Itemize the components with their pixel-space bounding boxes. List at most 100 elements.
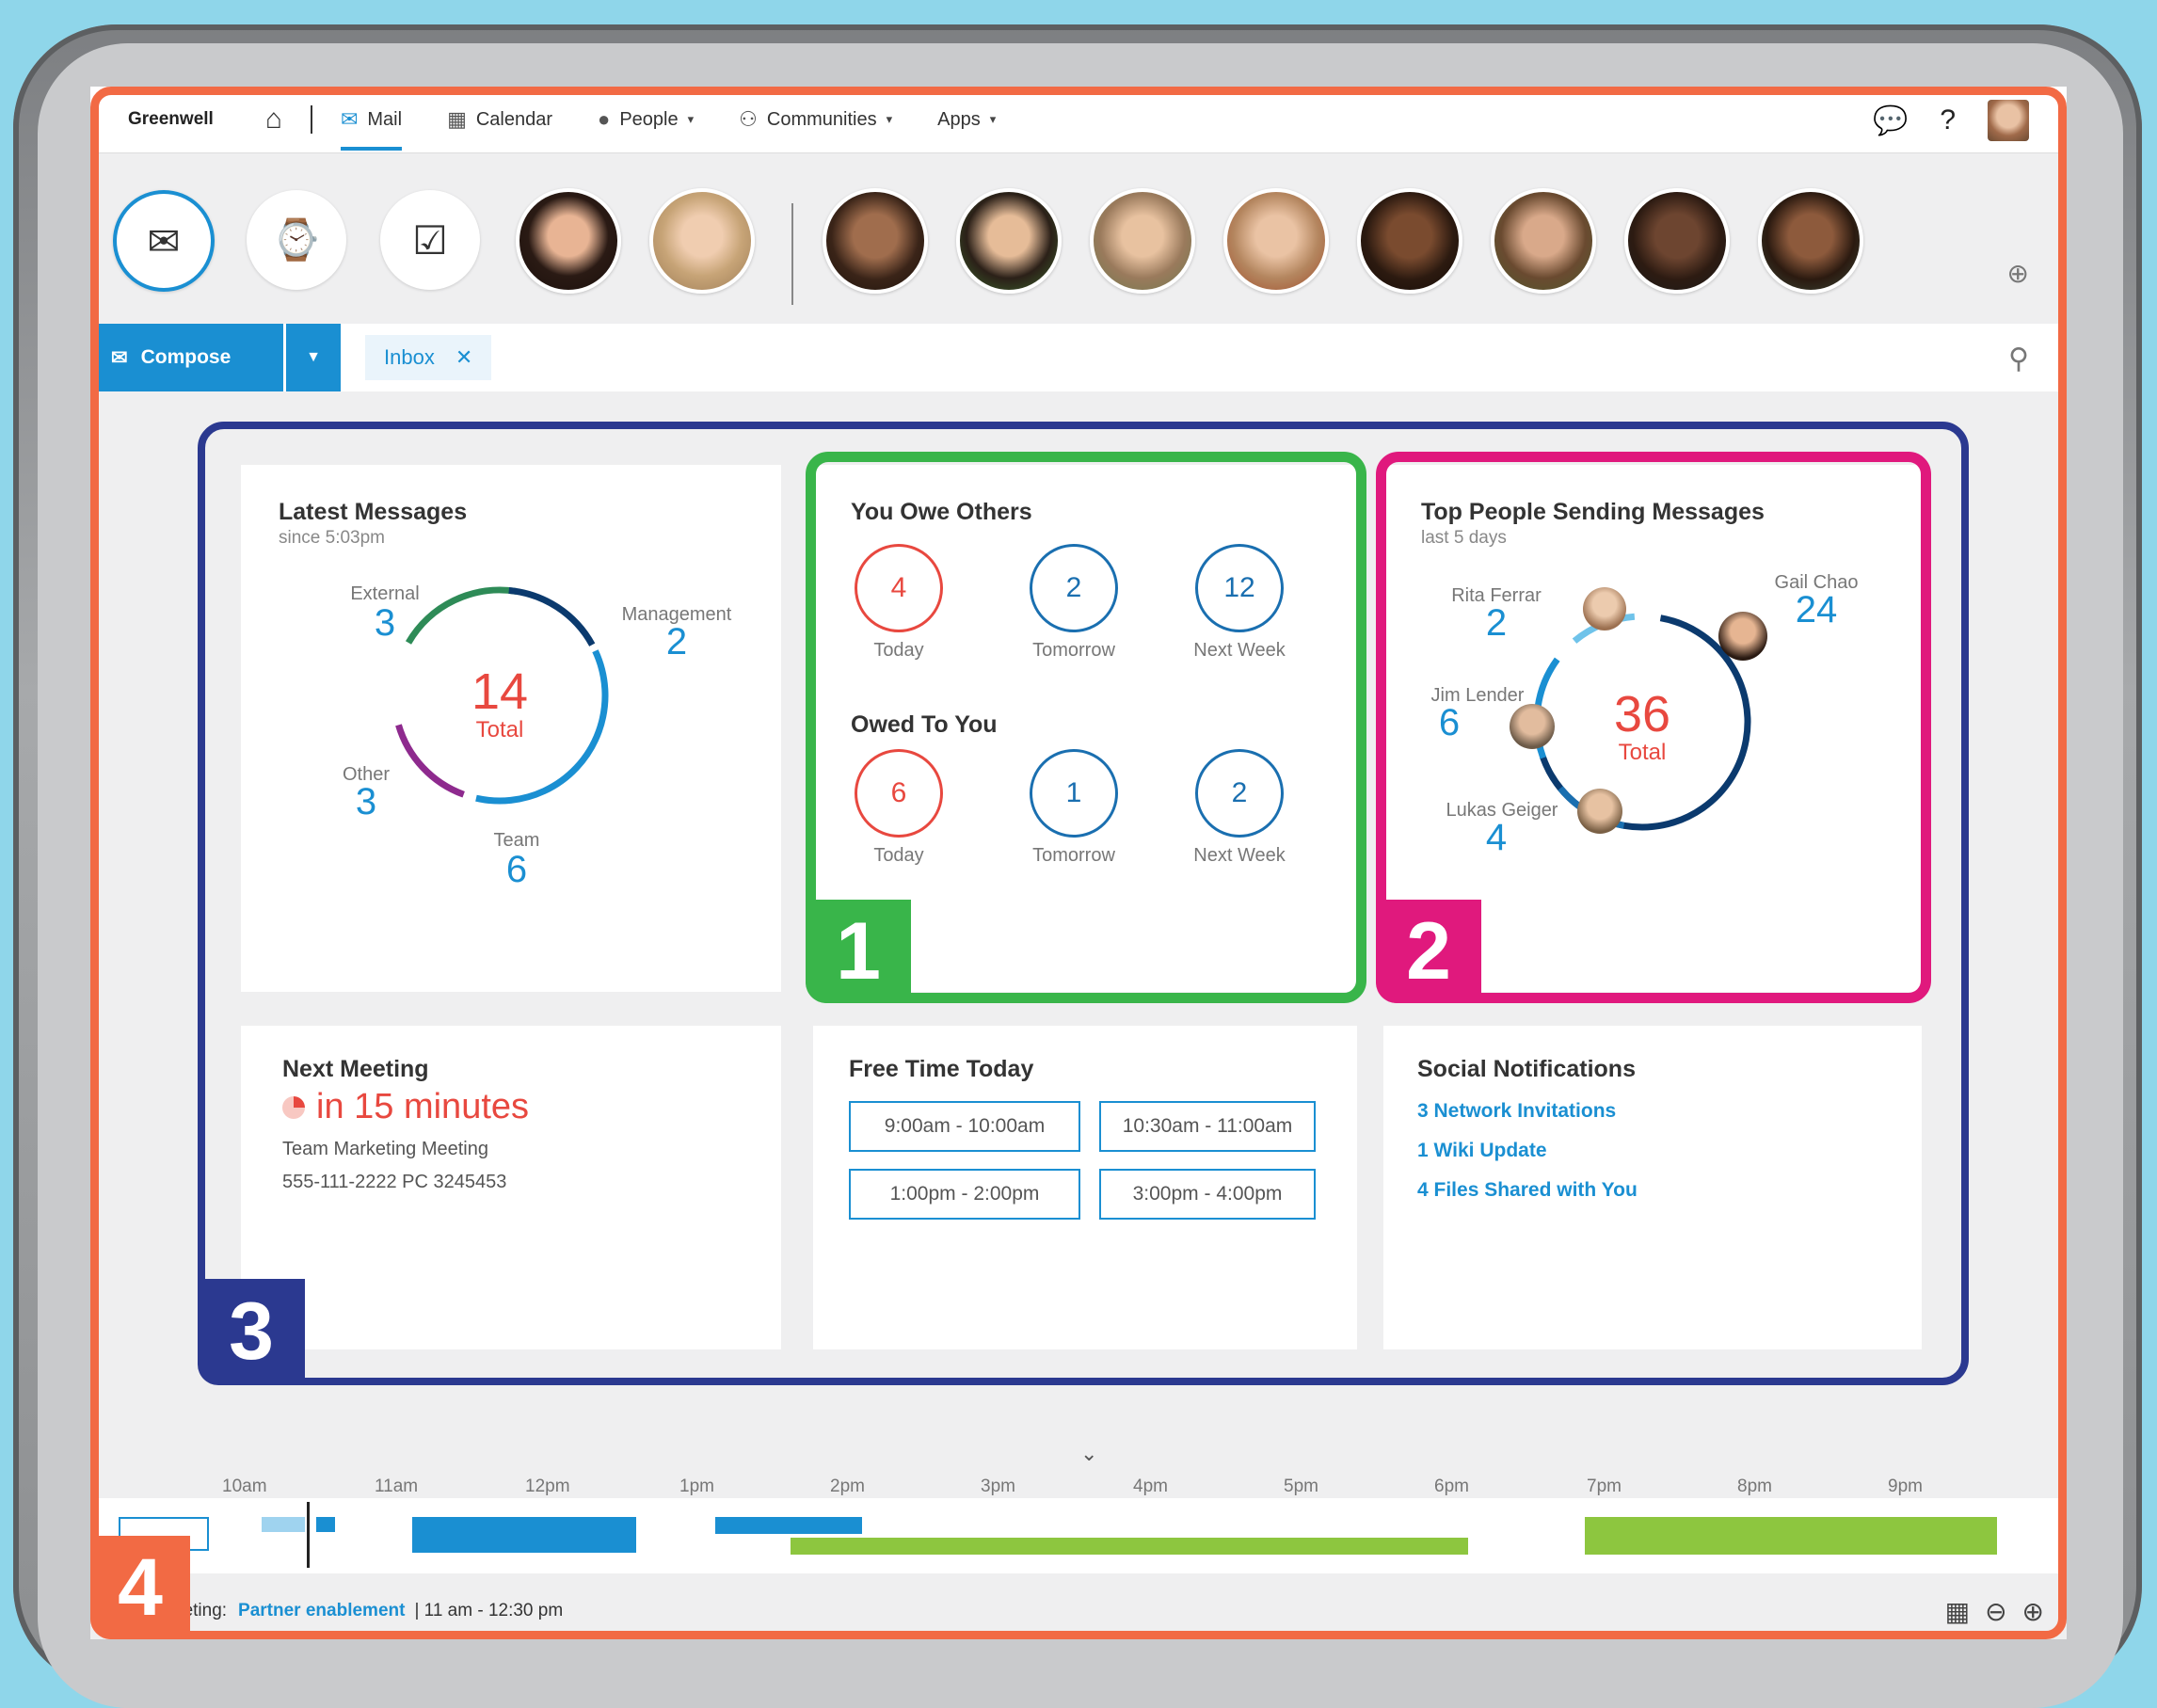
contact-avatar[interactable] (1758, 188, 1863, 294)
next-meeting-card[interactable]: Next Meeting in 15 minutes Team Marketin… (241, 1026, 781, 1349)
follow-up-button[interactable]: ⌚ (247, 190, 346, 290)
chevron-down-icon: ▾ (687, 112, 695, 126)
timeline-event-bar[interactable] (412, 1517, 636, 1553)
inbox-filter-button[interactable]: ✉ (113, 190, 215, 292)
chat-bubble-icon[interactable]: 💬 (1873, 104, 1908, 137)
watch-icon: ⌚ (271, 216, 322, 262)
next-meeting-title: Next Meeting (282, 1056, 429, 1082)
tab-inbox[interactable]: Inbox ✕ (365, 335, 492, 380)
compose-dropdown-button[interactable]: ▼ (286, 324, 341, 391)
contact-avatar[interactable] (516, 188, 621, 294)
app-screen: Greenwell ⌂ ✉ Mail ▦ Calendar ● People ▾… (90, 87, 2067, 1639)
timeline-free-bar[interactable] (1585, 1517, 1997, 1555)
mail-icon: ✉ (340, 107, 359, 131)
latest-messages-title: Latest Messages (279, 499, 468, 525)
contact-avatar[interactable] (649, 188, 755, 294)
contact-avatar[interactable] (1491, 188, 1596, 294)
arrow-left-circle-icon[interactable]: ⊖ (1985, 1596, 2006, 1627)
hour-label: 9pm (1888, 1477, 1923, 1496)
timeline-free-bar[interactable] (791, 1538, 1468, 1555)
free-time-card[interactable]: Free Time Today 9:00am - 10:00am 10:30am… (813, 1026, 1357, 1349)
nav-people-label: People (619, 108, 679, 130)
nav-people[interactable]: ● People ▾ (598, 88, 694, 151)
hour-label: 5pm (1284, 1477, 1318, 1496)
checkbox-icon: ☑ (412, 217, 448, 263)
home-icon[interactable]: ⌂ (265, 104, 282, 136)
donut-center: 14 Total (382, 662, 617, 743)
contact-avatar[interactable] (1357, 188, 1462, 294)
contact-avatar[interactable] (1090, 188, 1195, 294)
hour-label: 2pm (830, 1477, 865, 1496)
contact-avatar[interactable] (956, 188, 1062, 294)
hour-label: 1pm (679, 1477, 714, 1496)
calendar-icon: ▦ (447, 107, 467, 131)
contact-avatar[interactable] (1223, 188, 1329, 294)
add-circle-icon[interactable]: ⊕ (2007, 258, 2029, 289)
callout-badge-3: 3 (198, 1279, 305, 1385)
meeting-time: | 11 am - 12:30 pm (414, 1601, 564, 1620)
total-label: Total (475, 717, 524, 742)
footer-bar: eeting: Partner enablement | 11 am - 12:… (90, 1583, 2067, 1639)
next-meeting-countdown: in 15 minutes (282, 1087, 740, 1127)
free-time-title: Free Time Today (849, 1056, 1034, 1082)
nav-communities[interactable]: ⚇ Communities ▾ (739, 88, 892, 151)
close-icon[interactable]: ✕ (455, 345, 472, 370)
nav-mail[interactable]: ✉ Mail (340, 88, 403, 151)
latest-messages-subtitle: since 5:03pm (279, 528, 386, 548)
chevron-down-icon: ▾ (886, 112, 893, 126)
free-slot-button[interactable]: 10:30am - 11:00am (1099, 1101, 1316, 1152)
nav-calendar[interactable]: ▦ Calendar (447, 88, 552, 151)
hour-label: 4pm (1133, 1477, 1168, 1496)
help-icon[interactable]: ? (1940, 104, 1956, 136)
meeting-name: Team Marketing Meeting (282, 1139, 488, 1159)
grid-icon[interactable]: ▦ (1945, 1596, 1970, 1627)
nav-utilities: 💬 ? (1873, 100, 2029, 141)
wiki-update-link[interactable]: 1 Wiki Update (1417, 1140, 1888, 1162)
timeline-event-bar[interactable] (262, 1517, 305, 1532)
open-envelope-icon: ✉ (147, 218, 181, 263)
nav-apps-label: Apps (937, 108, 981, 130)
nav-communities-label: Communities (766, 108, 877, 130)
timeline-track (90, 1498, 2067, 1573)
hour-label: 3pm (981, 1477, 1015, 1496)
hour-label: 12pm (525, 1477, 570, 1496)
callout-badge-2: 2 (1376, 900, 1481, 1003)
timeline-event-bar[interactable] (715, 1517, 862, 1534)
todo-button[interactable]: ☑ (380, 190, 480, 290)
search-icon[interactable]: ⚲ (2008, 343, 2029, 375)
contact-avatar[interactable] (823, 188, 928, 294)
files-shared-link[interactable]: 4 Files Shared with You (1417, 1179, 1888, 1202)
nav-divider (310, 105, 312, 134)
latest-messages-card[interactable]: Latest Messages since 5:03pm 14 Total Ex… (241, 465, 781, 992)
hour-label: 10am (222, 1477, 267, 1496)
tab-inbox-label: Inbox (384, 345, 435, 369)
network-invitations-link[interactable]: 3 Network Invitations (1417, 1100, 1888, 1123)
callout-badge-1: 1 (806, 900, 911, 1003)
quickbar-divider (791, 203, 793, 305)
timeline-now-marker (307, 1502, 310, 1568)
nav-mail-label: Mail (367, 108, 403, 130)
segment-value: 3 (355, 781, 377, 822)
callout-badge-4: 4 (90, 1536, 190, 1639)
segment-value: 2 (665, 621, 688, 662)
compose-icon: ✉ (111, 346, 128, 369)
meeting-link[interactable]: Partner enablement (238, 1601, 405, 1621)
person-icon: ● (598, 107, 611, 131)
group-icon: ⚇ (739, 107, 758, 131)
nav-apps[interactable]: Apps ▾ (937, 90, 996, 150)
contact-avatar[interactable] (1624, 188, 1730, 294)
expand-chevron-icon[interactable]: ⌄ (1080, 1442, 1097, 1466)
hour-label: 6pm (1434, 1477, 1469, 1496)
user-avatar[interactable] (1988, 100, 2029, 141)
footer-controls: ▦ ⊖ ⊕ (1945, 1596, 2044, 1627)
social-notifications-card[interactable]: Social Notifications 3 Network Invitatio… (1383, 1026, 1922, 1349)
free-slot-button[interactable]: 1:00pm - 2:00pm (849, 1169, 1080, 1220)
free-slot-button[interactable]: 3:00pm - 4:00pm (1099, 1169, 1316, 1220)
compose-label: Compose (140, 346, 232, 368)
timeline-event-bar[interactable] (316, 1517, 335, 1532)
social-title: Social Notifications (1417, 1056, 1636, 1082)
free-slot-button[interactable]: 9:00am - 10:00am (849, 1101, 1080, 1152)
brand-label: Greenwell (128, 109, 214, 129)
compose-button[interactable]: ✉ Compose (90, 324, 283, 391)
arrow-right-circle-icon[interactable]: ⊕ (2022, 1596, 2044, 1627)
